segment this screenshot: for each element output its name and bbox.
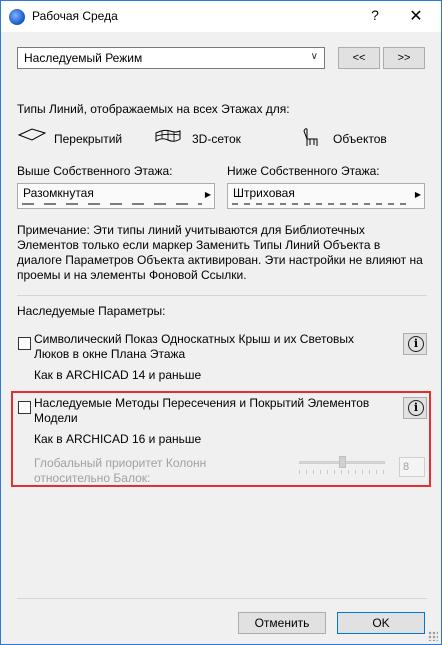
note-text: Примечание: Эти типы линий учитываются д…: [17, 223, 423, 282]
dialog-window: Рабочая Среда ? ✕ Наследуемый Режим ∨ <<…: [0, 0, 442, 645]
info-icon: i: [408, 336, 424, 352]
help-button[interactable]: ?: [367, 7, 383, 23]
roof-info-button[interactable]: i: [403, 333, 427, 355]
close-button[interactable]: ✕: [407, 6, 425, 26]
mode-select[interactable]: Наследуемый Режим ∨: [17, 47, 325, 69]
title-bar: Рабочая Среда ? ✕: [1, 1, 441, 32]
mesh-icon: [155, 129, 181, 142]
intersection-info-button[interactable]: i: [403, 397, 427, 419]
intersection-methods-checkbox[interactable]: [18, 401, 31, 414]
chevron-down-icon: ∨: [310, 51, 318, 62]
below-story-label: Ниже Собственного Этажа:: [227, 164, 380, 178]
cancel-button[interactable]: Отменить: [238, 612, 326, 634]
next-button[interactable]: >>: [383, 47, 425, 69]
previous-button[interactable]: <<: [338, 47, 380, 69]
ok-button[interactable]: OK: [337, 612, 425, 634]
below-linetype-selector[interactable]: Штриховая ▶: [227, 183, 425, 209]
footer-divider: [17, 598, 427, 599]
roof-symbolic-label: Символический Показ Односкатных Крыш и и…: [34, 332, 354, 361]
category-slabs: Перекрытий: [54, 132, 123, 146]
intersection-compat-note: Как в ARCHICAD 16 и раньше: [34, 432, 202, 446]
below-linetype-value: Штриховая: [233, 186, 295, 200]
window-title: Рабочая Среда: [32, 9, 118, 23]
inherited-heading: Наследуемые Параметры:: [17, 304, 166, 318]
category-objects: Объектов: [333, 132, 387, 146]
slider-ticks: [299, 470, 385, 474]
info-icon: i: [408, 400, 424, 416]
roof-compat-note: Как в ARCHICAD 14 и раньше: [34, 368, 202, 382]
triangle-right-icon: ▶: [414, 190, 421, 199]
dashed-line-preview: [232, 203, 412, 205]
column-priority-slider-thumb[interactable]: [339, 456, 346, 468]
triangle-right-icon: ▶: [204, 190, 211, 199]
column-priority-value-field[interactable]: 8: [399, 457, 425, 477]
above-linetype-selector[interactable]: Разомкнутая ▶: [17, 183, 215, 209]
chair-icon: [303, 128, 318, 146]
category-meshes: 3D-сеток: [192, 132, 241, 146]
above-linetype-value: Разомкнутая: [23, 186, 94, 200]
mode-select-value: Наследуемый Режим: [24, 51, 143, 65]
archicad-app-icon: [9, 9, 25, 25]
column-priority-label: Глобальный приоритет Колонн относительно…: [34, 456, 207, 485]
section-divider: [17, 295, 427, 296]
line-types-heading: Типы Линий, отображаемых на всех Этажах …: [17, 102, 290, 116]
slab-icon: [18, 128, 46, 141]
resize-grip-icon[interactable]: [428, 631, 438, 641]
intersection-methods-label: Наследуемые Методы Пересечения и Покрыти…: [34, 396, 370, 425]
roof-symbolic-checkbox[interactable]: [18, 337, 31, 350]
above-story-label: Выше Собственного Этажа:: [17, 164, 173, 178]
dashed-line-preview: [22, 203, 202, 205]
